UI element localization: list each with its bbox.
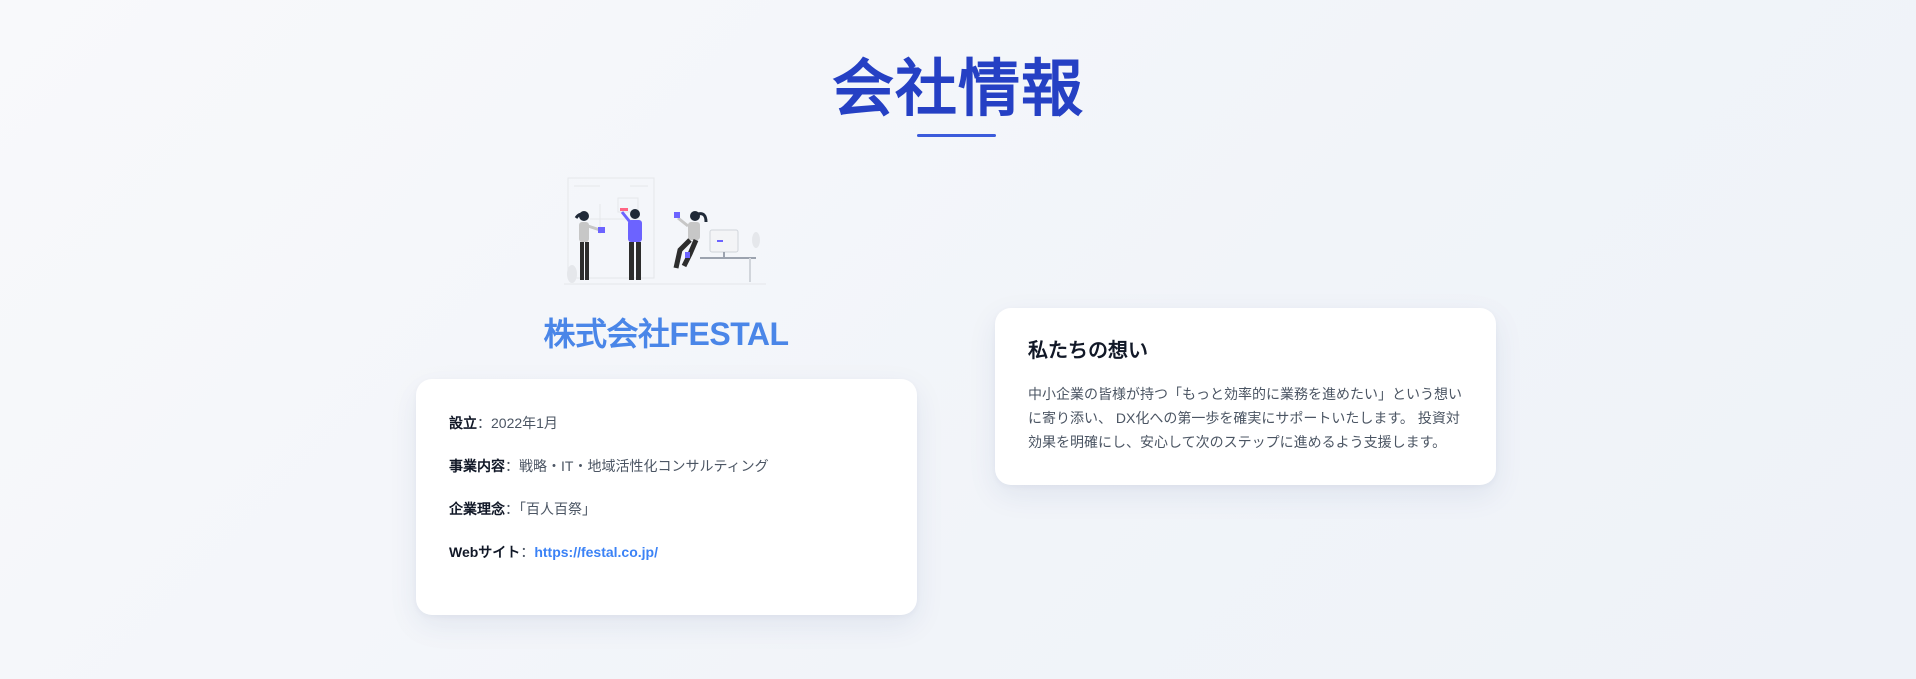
info-label: Webサイト	[449, 544, 521, 560]
company-info-section: 会社情報 株式会社FESTAL 設立：2022年1月 事業内容：戦略・IT・地域…	[0, 0, 1916, 679]
info-value: 戦略・IT・地域活性化コンサルティング	[519, 458, 769, 474]
team-collaboration-illustration	[564, 177, 766, 285]
info-row-website: Webサイト：https://festal.co.jp/	[449, 542, 884, 562]
mission-card: 私たちの想い 中小企業の皆様が持つ「もっと効率的に業務を進めたい」という想いに寄…	[995, 308, 1496, 485]
mission-text: 中小企業の皆様が持つ「もっと効率的に業務を進めたい」という想いに寄り添い、 DX…	[1028, 386, 1462, 450]
info-label: 設立	[449, 415, 477, 431]
info-value: 2022年1月	[491, 415, 558, 431]
info-separator: ：	[477, 415, 491, 431]
mission-heading: 私たちの想い	[1028, 340, 1148, 362]
info-row-business: 事業内容：戦略・IT・地域活性化コンサルティング	[449, 456, 884, 476]
company-name: 株式会社FESTAL	[543, 316, 789, 352]
website-link[interactable]: https://festal.co.jp/	[534, 544, 658, 560]
company-info-card: 設立：2022年1月 事業内容：戦略・IT・地域活性化コンサルティング 企業理念…	[416, 379, 917, 615]
info-separator: ：	[520, 544, 535, 560]
info-label: 企業理念	[449, 501, 505, 517]
info-separator: ：	[505, 501, 519, 517]
section-title: 会社情報	[831, 55, 1084, 124]
title-underline	[917, 134, 996, 137]
info-separator: ：	[505, 458, 519, 474]
info-row-philosophy: 企業理念：「百人百祭」	[449, 499, 884, 519]
info-row-founded: 設立：2022年1月	[449, 413, 884, 433]
info-label: 事業内容	[449, 458, 505, 474]
info-value: 「百人百祭」	[519, 501, 596, 517]
